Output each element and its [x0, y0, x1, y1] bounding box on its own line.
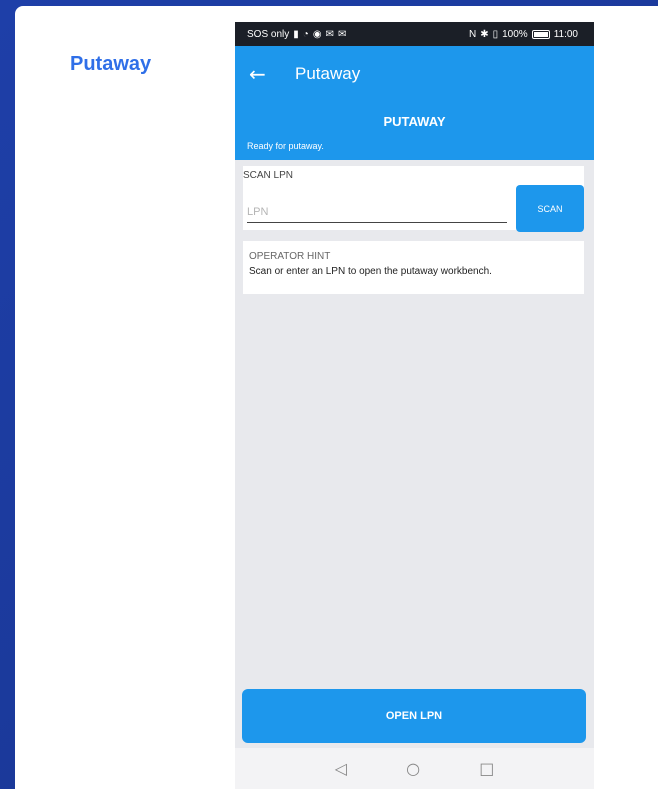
scan-lpn-card: SCAN LPN SCAN — [243, 166, 584, 232]
clock: 11:00 — [553, 28, 578, 40]
battery-icon — [531, 29, 550, 39]
operator-hint-card: OPERATOR HINT Scan or enter an LPN to op… — [243, 241, 584, 294]
hint-title: OPERATOR HINT — [249, 251, 331, 262]
eye-icon: ◉ — [312, 28, 322, 40]
mail-icon: ✉ — [325, 28, 334, 40]
system-nav-bar: ◁ ○ □ — [235, 748, 594, 789]
page-title: Putaway — [70, 53, 152, 75]
mail-icon: ✉ — [337, 28, 347, 40]
banner-title: PUTAWAY — [383, 114, 446, 129]
battery-percent: 100% — [502, 28, 528, 40]
app-bar: ← Putaway — [235, 46, 594, 102]
nfc-icon: N — [468, 28, 477, 40]
back-triangle-icon[interactable]: ◁ — [335, 759, 347, 778]
lpn-input[interactable] — [247, 201, 507, 223]
scan-button[interactable]: SCAN — [516, 185, 584, 232]
hint-text: Scan or enter an LPN to open the putaway… — [249, 266, 492, 277]
status-banner: PUTAWAY Ready for putaway. — [235, 102, 594, 160]
sim-icon: ▮ — [293, 28, 299, 40]
vibrate-icon: ▯ — [492, 28, 499, 40]
scan-lpn-label: SCAN LPN — [243, 170, 294, 181]
home-circle-icon[interactable]: ○ — [406, 759, 420, 778]
open-lpn-button[interactable]: OPEN LPN — [242, 689, 586, 743]
wifi-icon: ◔ — [302, 28, 309, 40]
banner-subtitle: Ready for putaway. — [247, 141, 324, 151]
bluetooth-icon: ✱ — [480, 28, 489, 40]
recents-square-icon[interactable]: □ — [479, 759, 494, 778]
arrow-left-icon[interactable]: ← — [249, 64, 285, 84]
phone-screen: SOS only ▮ ◔ ◉ ✉ ✉ N ✱ ▯ 100% 11:00 ← Pu… — [235, 22, 594, 789]
status-left-text: SOS only — [247, 28, 290, 40]
app-bar-title: Putaway — [295, 64, 361, 83]
status-bar: SOS only ▮ ◔ ◉ ✉ ✉ N ✱ ▯ 100% 11:00 — [235, 22, 594, 46]
